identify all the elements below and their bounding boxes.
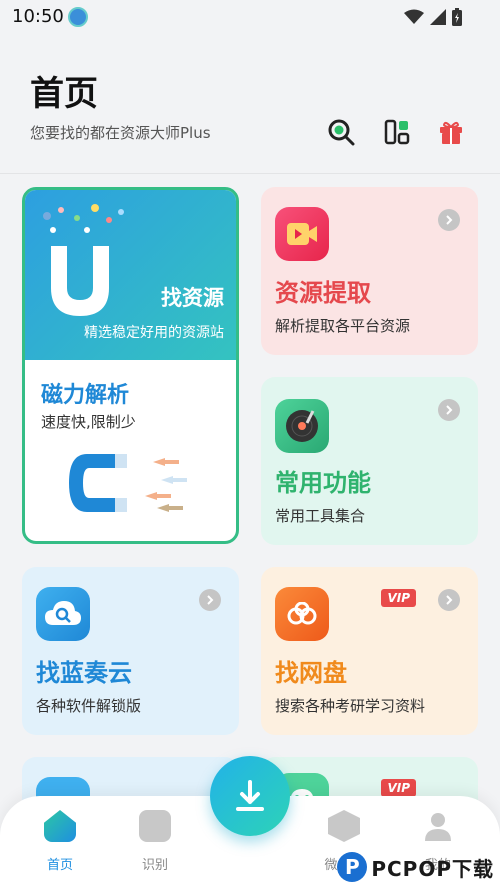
page-title: 首页 (30, 74, 98, 114)
status-bar: 10:50 (0, 0, 500, 34)
cloud-loop-icon (275, 587, 329, 641)
tab-recognize[interactable]: 识别 (125, 810, 185, 873)
signal-icon (430, 9, 446, 25)
bag-icon (139, 810, 171, 842)
common-tools-card[interactable]: 常用功能 常用工具集合 (261, 377, 478, 545)
common-tools-desc: 常用工具集合 (275, 507, 366, 525)
chevron-right-icon (199, 589, 221, 611)
tab-home-label: 首页 (46, 858, 73, 873)
find-resource-banner[interactable]: 找资源 精选稳定好用的资源站 (25, 190, 236, 360)
chevron-right-icon (438, 399, 460, 421)
lanzou-cloud-desc: 各种软件解锁版 (36, 697, 142, 715)
resource-extract-desc: 解析提取各平台资源 (275, 317, 411, 335)
video-extract-icon (275, 207, 329, 261)
resource-extract-title: 资源提取 (275, 279, 371, 307)
gift-icon (440, 121, 462, 144)
lanzou-cloud-title: 找蓝奏云 (36, 659, 132, 687)
netdisk-desc: 搜索各种考研学习资料 (275, 697, 426, 715)
find-resource-subtitle: 精选稳定好用的资源站 (84, 325, 224, 341)
lanzou-cloud-card[interactable]: 找蓝奏云 各种软件解锁版 (22, 567, 239, 735)
tab-home[interactable]: 首页 (30, 810, 90, 873)
resource-extract-card[interactable]: 资源提取 解析提取各平台资源 (261, 187, 478, 355)
find-resource-card[interactable]: 找资源 精选稳定好用的资源站 磁力解析 速度快,限制少 (22, 187, 239, 544)
search-icon (328, 119, 355, 146)
vinyl-record-icon (275, 399, 329, 453)
find-resource-title: 找资源 (161, 286, 224, 310)
magnet-u-icon (51, 246, 109, 316)
netdisk-title: 找网盘 (275, 659, 347, 687)
system-icons (404, 8, 462, 26)
user-icon (425, 813, 451, 841)
app-notification-icon (68, 7, 88, 27)
cloud-search-icon (36, 587, 90, 641)
chevron-right-icon (438, 209, 460, 231)
wifi-icon (404, 9, 424, 24)
battery-icon (452, 8, 462, 26)
netdisk-card[interactable]: VIP 找网盘 搜索各种考研学习资料 (261, 567, 478, 735)
floating-dots-icon (43, 204, 124, 233)
watermark-text: PCPOP下载 (371, 856, 494, 881)
vip-badge: VIP (381, 779, 416, 797)
layout-button[interactable] (382, 117, 412, 147)
watermark: P PCPOP下载 (337, 852, 494, 882)
common-tools-title: 常用功能 (275, 469, 371, 497)
page-header: 首页 您要找的都在资源大师Plus (0, 34, 500, 174)
watermark-logo: P (337, 852, 368, 882)
magnet-parse-desc: 速度快,限制少 (41, 413, 136, 431)
page-subtitle: 您要找的都在资源大师Plus (30, 124, 211, 142)
magnet-parse-title: 磁力解析 (41, 383, 130, 408)
chevron-right-icon (438, 589, 460, 611)
search-button[interactable] (326, 117, 356, 147)
download-button[interactable] (210, 756, 290, 836)
status-time: 10:50 (12, 6, 64, 27)
grid-layout-icon (384, 119, 410, 145)
gift-button[interactable] (436, 117, 466, 147)
download-icon (236, 780, 264, 811)
vip-badge: VIP (381, 589, 416, 607)
tab-recognize-label: 识别 (141, 858, 168, 873)
cube-icon (328, 810, 360, 842)
home-icon (44, 810, 76, 842)
magnet-illustration-icon (69, 454, 187, 512)
